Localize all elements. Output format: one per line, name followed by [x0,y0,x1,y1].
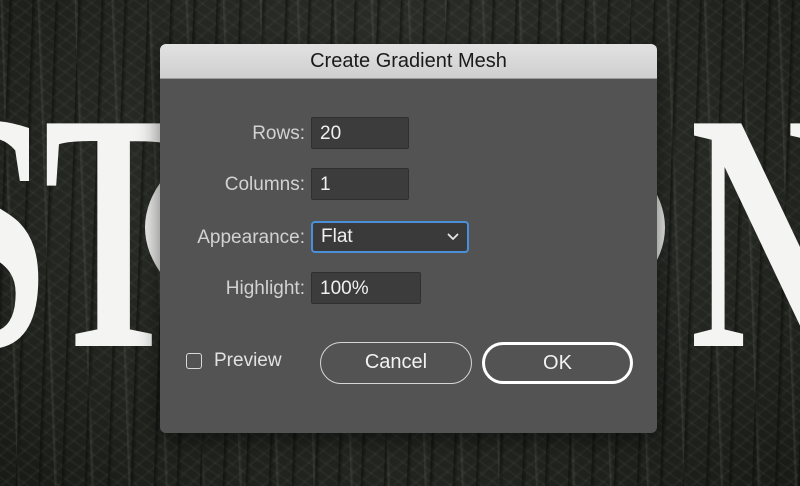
background-text-right: N [690,62,800,402]
appearance-label: Appearance: [197,227,305,248]
chevron-down-icon [447,223,459,260]
background-text-left: ST [0,43,184,420]
rows-row: Rows: [160,117,305,151]
appearance-select[interactable]: Flat [311,221,469,253]
appearance-row: Appearance: [160,221,305,255]
create-gradient-mesh-dialog: Create Gradient Mesh Rows: 20 Columns: 1… [160,44,657,433]
appearance-select-value: Flat [321,226,353,247]
ok-button[interactable]: OK [482,342,633,384]
rows-label: Rows: [252,123,305,144]
highlight-label: Highlight: [225,278,305,299]
highlight-row: Highlight: [160,272,305,306]
rows-input[interactable]: 20 [311,117,409,149]
cancel-button[interactable]: Cancel [320,342,472,384]
checkbox-icon[interactable] [186,353,202,369]
columns-label: Columns: [224,174,305,195]
highlight-input[interactable]: 100% [311,272,421,304]
preview-label: Preview [214,350,282,371]
canvas-background: ST N Create Gradient Mesh Rows: 20 Colum… [0,0,800,486]
dialog-title: Create Gradient Mesh [160,44,657,79]
columns-input[interactable]: 1 [311,168,409,200]
columns-row: Columns: [160,168,305,202]
